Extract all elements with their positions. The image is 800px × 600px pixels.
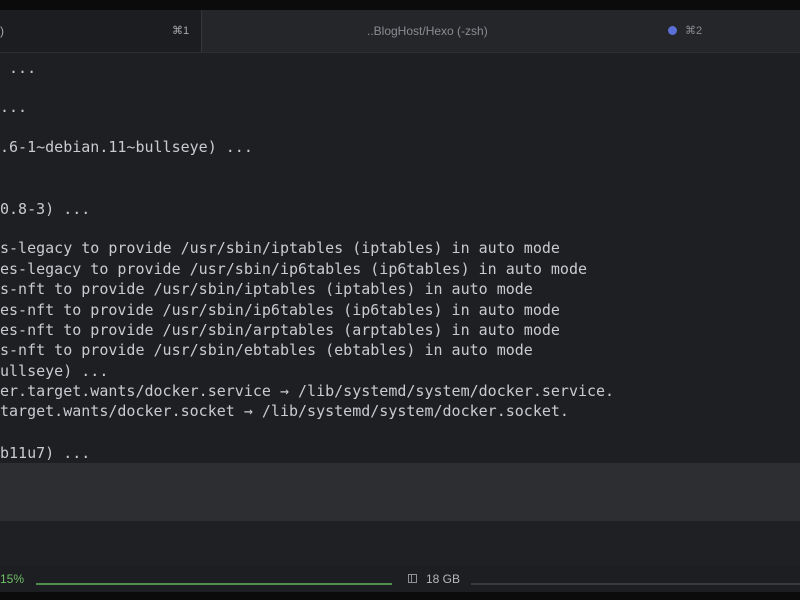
output-line: .6-1~debian.11~bullseye) ... xyxy=(0,138,253,156)
output-line: ... xyxy=(0,59,37,77)
status-bar: 15% 18 GB xyxy=(0,566,800,592)
tab-1[interactable]: ) ⌘1 xyxy=(0,10,202,52)
window-bottom-edge xyxy=(0,592,800,600)
terminal-focus-band xyxy=(0,463,800,521)
tab-2-shortcut: ⌘2 xyxy=(685,25,703,37)
activity-dot-icon xyxy=(668,26,677,35)
disk-usage-bar xyxy=(471,583,800,585)
tab-1-shortcut: ⌘1 xyxy=(172,25,190,37)
output-line: s-nft to provide /usr/sbin/ebtables (ebt… xyxy=(0,341,533,359)
cpu-usage-bar xyxy=(36,583,392,585)
output-line: es-legacy to provide /usr/sbin/ip6tables… xyxy=(0,260,587,278)
output-line: s-nft to provide /usr/sbin/iptables (ipt… xyxy=(0,280,533,298)
terminal-window: ) ⌘1 ..BlogHost/Hexo (-zsh) ⌘2 ... ... .… xyxy=(0,0,800,600)
cpu-usage-fill xyxy=(36,583,392,585)
output-line: 0.8-3) ... xyxy=(0,200,91,218)
output-line: ullseye) ... xyxy=(0,362,109,380)
output-line: er.target.wants/docker.service → /lib/sy… xyxy=(0,382,615,400)
output-line: ... xyxy=(0,98,28,116)
output-line: s-legacy to provide /usr/sbin/iptables (… xyxy=(0,239,560,257)
disk-icon xyxy=(408,574,417,583)
tab-2[interactable]: ..BlogHost/Hexo (-zsh) ⌘2 xyxy=(202,10,800,52)
output-line: es-nft to provide /usr/sbin/arptables (a… xyxy=(0,321,560,339)
disk-usage-label: 18 GB xyxy=(426,572,461,586)
output-line: es-nft to provide /usr/sbin/ip6tables (i… xyxy=(0,301,560,319)
terminal-output[interactable]: ... ... .6-1~debian.11~bullseye) ... 0.8… xyxy=(0,53,800,463)
terminal-empty-area xyxy=(0,521,800,566)
cpu-usage-label: 15% xyxy=(0,572,25,586)
window-top-edge xyxy=(0,0,800,10)
output-line: target.wants/docker.socket → /lib/system… xyxy=(0,402,569,420)
output-line: b11u7) ... xyxy=(0,444,91,462)
tab-1-title: ) xyxy=(0,24,4,38)
tab-bar: ) ⌘1 ..BlogHost/Hexo (-zsh) ⌘2 xyxy=(0,10,800,53)
tab-2-title: ..BlogHost/Hexo (-zsh) xyxy=(367,24,488,38)
